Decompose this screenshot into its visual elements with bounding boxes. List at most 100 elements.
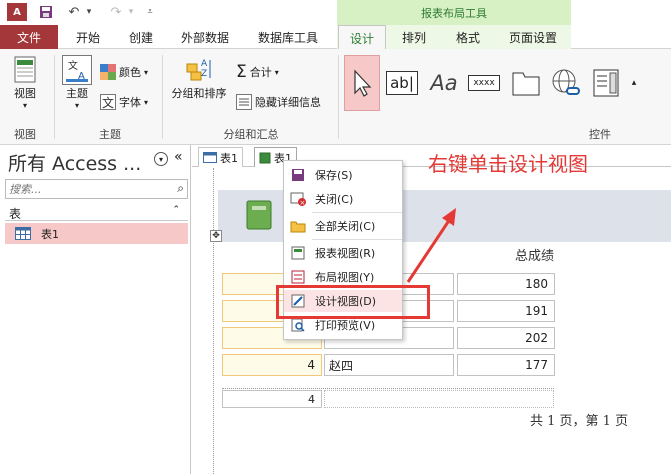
button-icon[interactable]: xxxx: [466, 55, 502, 111]
totals-label: 合计: [249, 66, 272, 79]
chevron-down-icon: ▾: [74, 101, 79, 110]
tab-format[interactable]: 格式: [446, 25, 490, 49]
nav-item-table1[interactable]: 表1: [5, 223, 188, 244]
highlight-box: [276, 285, 430, 319]
table-icon: [203, 152, 217, 163]
themes-button[interactable]: 文A 主题 ▾: [60, 55, 94, 110]
chevron-down-icon: ▾: [22, 101, 27, 110]
annotation-arrow: [406, 208, 456, 283]
nav-menu-chevron-icon[interactable]: ▾: [154, 152, 168, 166]
chevron-down-icon: ▾: [274, 67, 279, 77]
customize-icon[interactable]: ⩡: [144, 3, 156, 21]
tab-database-tools[interactable]: 数据库工具: [248, 25, 328, 49]
textbox-icon[interactable]: ab|: [384, 55, 420, 111]
svg-text:Z: Z: [201, 69, 207, 79]
close-icon: ×: [290, 191, 306, 207]
sigma-icon: Σ: [236, 62, 247, 82]
menu-item-label: 打印预览(V): [315, 319, 376, 332]
tab-file[interactable]: 文件: [0, 25, 58, 49]
svg-text:文: 文: [68, 59, 78, 72]
chevron-down-icon: ▾: [144, 97, 149, 107]
views-group-label: 视图: [14, 128, 36, 141]
group-divider: [54, 55, 55, 139]
colors-button[interactable]: 颜色 ▾: [100, 63, 148, 81]
menu-item-report-view[interactable]: 报表视图(R): [284, 242, 402, 264]
search-icon[interactable]: ⌕: [177, 181, 184, 196]
svg-text:文: 文: [102, 95, 114, 110]
svg-text:A: A: [201, 59, 208, 69]
nav-search-box: ⌕: [5, 179, 188, 199]
hide-details-button[interactable]: 隐藏详细信息: [236, 93, 321, 111]
nav-category-tables[interactable]: 表 ⌃: [5, 205, 188, 221]
label-icon[interactable]: Aa: [426, 55, 462, 111]
nav-category-label: 表: [9, 207, 22, 221]
column-header-score: 总成绩: [514, 248, 554, 264]
menu-item-save[interactable]: 保存(S): [284, 164, 402, 186]
colors-label: 颜色: [119, 66, 141, 79]
view-button[interactable]: 视图 ▾: [8, 55, 42, 110]
collapse-pane-icon[interactable]: «: [174, 149, 183, 165]
row4-id-field[interactable]: 4: [222, 354, 322, 376]
undo-icon[interactable]: ↶: [64, 3, 84, 21]
hyperlink-icon[interactable]: [548, 55, 584, 111]
tab-create[interactable]: 创建: [118, 25, 164, 49]
access-logo-icon: A: [7, 3, 27, 21]
controls-gallery: ab| Aa xxxx ▴: [342, 55, 642, 115]
context-group-label: 报表布局工具: [337, 0, 571, 25]
navigation-control-icon[interactable]: [588, 55, 624, 111]
report-logo-icon: [246, 200, 272, 230]
button-glyph: xxxx: [468, 75, 500, 91]
page-footer: 共 1 页，第 1 页: [530, 414, 629, 429]
ribbon-tab-row: 文件 开始 创建 外部数据 数据库工具 设计 排列 格式 页面设置: [0, 25, 671, 50]
totals-button[interactable]: Σ 合计 ▾: [236, 62, 279, 82]
group-and-sort-button[interactable]: AZ 分组和排序: [168, 55, 230, 101]
menu-item-label: 报表视图(R): [315, 247, 376, 260]
title-bar: A ↶ ▾ ↷ ▾ ⩡ 报表布局工具: [0, 0, 671, 25]
doc-tab-label: 表1: [220, 151, 238, 165]
tab-arrange[interactable]: 排列: [392, 25, 436, 49]
group-sort-label: 分组和排序: [171, 87, 227, 100]
hide-details-label: 隐藏详细信息: [255, 96, 321, 109]
row4-score-field[interactable]: 177: [457, 354, 555, 376]
menu-separator: [312, 239, 402, 240]
report-icon: [259, 152, 271, 163]
group-sort-icon: AZ: [184, 55, 214, 85]
summary-empty-field: [324, 390, 554, 408]
navigation-pane: 所有 Access ... ▾ « ⌕ 表 ⌃ 表1: [0, 145, 191, 474]
tab-page-setup[interactable]: 页面设置: [500, 25, 566, 49]
svg-text:×: ×: [300, 199, 306, 206]
tab-home[interactable]: 开始: [64, 25, 112, 49]
row4-name-field[interactable]: 赵四: [324, 354, 454, 376]
count-field[interactable]: 4: [222, 390, 322, 408]
collapse-icon[interactable]: ⌃: [172, 205, 180, 215]
undo-dropdown-icon[interactable]: ▾: [84, 3, 94, 21]
left-ruler: [192, 168, 214, 474]
tab-external-data[interactable]: 外部数据: [172, 25, 238, 49]
gallery-scroll-icon[interactable]: ▴: [626, 55, 642, 111]
layout-move-handle-icon[interactable]: ✥: [210, 230, 222, 242]
save-icon[interactable]: [36, 3, 56, 21]
view-button-label: 视图: [14, 87, 36, 100]
grouping-group-label: 分组和汇总: [223, 128, 279, 141]
themes-group-label: 主题: [99, 128, 121, 141]
menu-item-label: 布局视图(Y): [315, 271, 375, 284]
fonts-label: 字体: [119, 96, 141, 109]
row3-score-field[interactable]: 202: [457, 327, 555, 349]
tab-design[interactable]: 设计: [338, 25, 386, 50]
menu-item-close-all[interactable]: 全部关闭(C): [284, 215, 402, 237]
fonts-button[interactable]: 文 字体 ▾: [100, 93, 148, 111]
menu-item-close[interactable]: × 关闭(C): [284, 188, 402, 210]
row2-score-field[interactable]: 191: [457, 300, 555, 322]
menu-item-label: 保存(S): [315, 169, 353, 182]
nav-search-input[interactable]: [6, 180, 166, 198]
row1-score-field[interactable]: 180: [457, 273, 555, 295]
redo-icon[interactable]: ↷: [106, 3, 126, 21]
fonts-icon: 文: [100, 94, 116, 110]
redo-dropdown-icon[interactable]: ▾: [126, 3, 136, 21]
select-icon[interactable]: [344, 55, 380, 111]
tab-control-icon[interactable]: [508, 55, 544, 111]
nav-pane-title[interactable]: 所有 Access ...: [8, 149, 141, 176]
group-divider: [338, 55, 339, 139]
doc-tab-table1[interactable]: 表1: [198, 147, 243, 167]
themes-button-label: 主题: [66, 87, 88, 100]
